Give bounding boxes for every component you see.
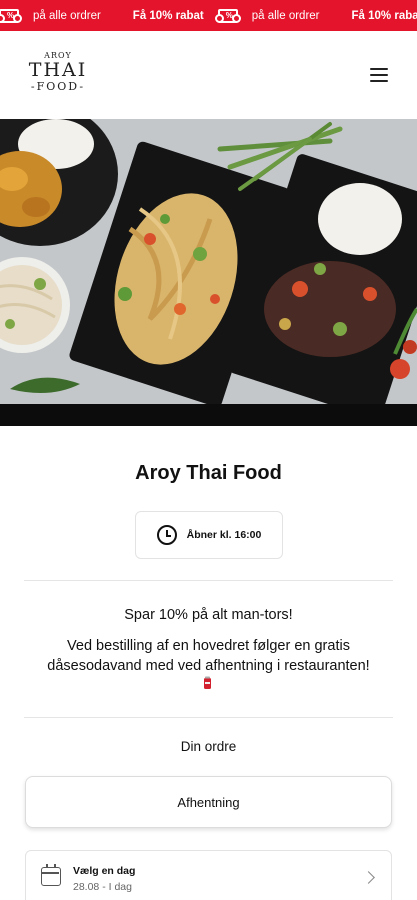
- promo-ticker: rt % på alle ordrer Få 10% rabat % på al…: [0, 0, 417, 31]
- choose-day-title: Vælg en dag: [73, 865, 136, 877]
- ticker-item: Få 10% rabat: [352, 10, 417, 22]
- brand-logo[interactable]: AROY THAI FOOD: [24, 51, 92, 101]
- promo-body: Ved bestilling af en hovedret følger en …: [47, 638, 370, 674]
- promo-title: Spar 10% på alt man-tors!: [124, 607, 293, 623]
- ticker-item-text: på alle ordrer: [251, 9, 320, 22]
- chevron-right-icon: [362, 871, 375, 884]
- opening-hours-badge: Åbner kl. 16:00: [135, 511, 283, 559]
- hero-food-image: [0, 119, 417, 404]
- pickup-option-button[interactable]: Afhentning: [25, 776, 392, 828]
- ticker-item: % på alle ordrer: [214, 8, 320, 23]
- ticket-percent-glyph: %: [225, 10, 233, 20]
- choose-day-selector[interactable]: Vælg en dag 28.08 - I dag: [25, 850, 392, 900]
- promo-ticker-track: rt % på alle ordrer Få 10% rabat % på al…: [0, 0, 417, 31]
- logo-main-text: THAI: [28, 59, 88, 81]
- ticket-icon: %: [214, 8, 241, 23]
- divider: [24, 717, 393, 718]
- hero-bottom-band: [0, 404, 417, 426]
- logo-bottom-text: FOOD: [24, 80, 92, 93]
- order-heading: Din ordre: [180, 739, 237, 754]
- ticker-item-text: på alle ordrer: [33, 9, 101, 22]
- calendar-icon: [41, 864, 61, 886]
- ticker-item-text: Få 10% rabat: [132, 9, 204, 22]
- ticket-icon: %: [0, 8, 23, 23]
- soda-can-icon: [204, 676, 211, 689]
- restaurant-title: Aroy Thai Food: [135, 462, 282, 484]
- choose-day-subtitle: 28.08 - I dag: [73, 881, 132, 893]
- pickup-option-label: Afhentning: [177, 794, 240, 810]
- clock-icon: [156, 525, 177, 545]
- ticker-item-text: Få 10% rabat: [351, 9, 417, 22]
- ticker-item: % på alle ordrer: [0, 8, 101, 23]
- food-illustration: [0, 119, 417, 404]
- site-header: AROY THAI FOOD: [0, 31, 417, 119]
- opening-hours-text: Åbner kl. 16:00: [186, 529, 262, 541]
- hamburger-menu-icon[interactable]: [370, 68, 388, 82]
- ticker-item: Få 10% rabat: [133, 10, 204, 22]
- divider: [24, 580, 393, 581]
- ticket-percent-glyph: %: [7, 10, 15, 20]
